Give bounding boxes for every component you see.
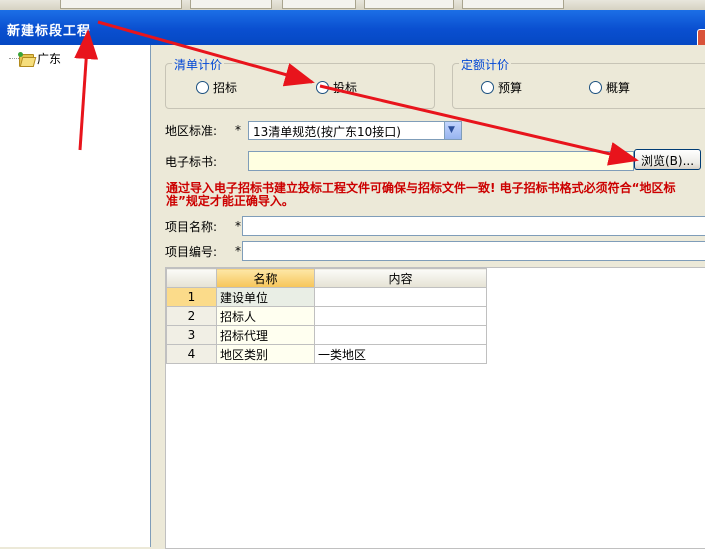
required-mark: * [235,123,241,137]
dropdown-button[interactable]: ▼ [444,122,461,139]
cell-name[interactable]: 建设单位 [216,287,315,307]
taskbar-button[interactable] [364,0,454,9]
project-info-table: 名称 内容 1 建设单位 2 招标人 3 招标代理 4 地区类别 一类地区 [166,268,487,364]
radio-circle[interactable] [196,81,209,94]
main-panel: 清单计价 招标 投标 定额计价 预算 概算 地区标准: * 13清单规范(按广东… [155,45,705,549]
tree-node-label: 广东 [37,52,62,66]
region-select[interactable]: 13清单规范(按广东10接口) ▼ [248,121,462,140]
cell-name[interactable]: 招标代理 [216,325,315,345]
required-mark: * [235,244,241,258]
table-row[interactable]: 3 招标代理 [166,325,487,345]
radio-label: 预算 [498,81,523,95]
region-tree: 广东 [0,45,151,547]
table-row[interactable]: 1 建设单位 [166,287,487,307]
radio-bid[interactable]: 投标 [316,79,357,96]
radio-circle[interactable] [316,81,329,94]
import-hint: 通过导入电子招标书建立投标工程文件可确保与招标文件一致! 电子招标书格式必须符合… [166,181,676,208]
column-header-content[interactable]: 内容 [314,268,487,288]
taskbar-button[interactable] [60,0,182,9]
chevron-down-icon: ▼ [448,125,455,135]
cell-content[interactable] [314,325,487,345]
project-code-label: 项目编号: [165,245,218,259]
taskbar-button[interactable] [190,0,272,9]
radio-label: 投标 [333,81,358,95]
table-header-row: 名称 内容 [166,268,487,288]
folder-open-icon [18,51,37,67]
row-number: 1 [166,287,217,307]
project-code-input[interactable] [242,241,705,261]
table-row[interactable]: 4 地区类别 一类地区 [166,344,487,364]
window-title: 新建标段工程 [7,24,92,39]
row-number: 3 [166,325,217,345]
row-number: 2 [166,306,217,326]
cell-content[interactable] [314,287,487,307]
taskbar-button[interactable] [282,0,356,9]
required-mark: * [235,219,241,233]
radio-label: 概算 [606,81,631,95]
window-titlebar: 新建标段工程 [0,10,705,49]
radio-label: 招标 [213,81,238,95]
cell-content[interactable]: 一类地区 [314,344,487,364]
project-name-input[interactable] [242,216,705,236]
region-label: 地区标准: [165,124,218,138]
project-name-label: 项目名称: [165,220,218,234]
radio-budget[interactable]: 预算 [481,79,522,96]
row-number: 4 [166,344,217,364]
group-label: 定额计价 [459,56,512,73]
row-number-header [166,268,217,288]
quota-group: 定额计价 预算 概算 [452,56,705,109]
ebid-label: 电子标书: [165,155,218,169]
browse-button[interactable]: 浏览(B)... [634,149,702,170]
project-info-grid: 名称 内容 1 建设单位 2 招标人 3 招标代理 4 地区类别 一类地区 [165,267,705,549]
cell-name[interactable]: 招标人 [216,306,315,326]
group-label: 清单计价 [172,56,225,73]
radio-circle[interactable] [589,81,602,94]
region-select-value: 13清单规范(按广东10接口) [253,125,401,139]
cell-name[interactable]: 地区类别 [216,344,315,364]
radio-estimate[interactable]: 概算 [589,79,630,96]
table-row[interactable]: 2 招标人 [166,306,487,326]
cell-content[interactable] [314,306,487,326]
ebid-path-input[interactable] [248,151,634,171]
tree-node-guangdong[interactable]: 广东 [18,50,61,67]
radio-tender[interactable]: 招标 [196,79,237,96]
taskbar-strip [0,0,705,10]
column-header-name[interactable]: 名称 [216,268,315,288]
pricing-group: 清单计价 招标 投标 [165,56,435,109]
radio-circle[interactable] [481,81,494,94]
taskbar-button[interactable] [462,0,564,9]
